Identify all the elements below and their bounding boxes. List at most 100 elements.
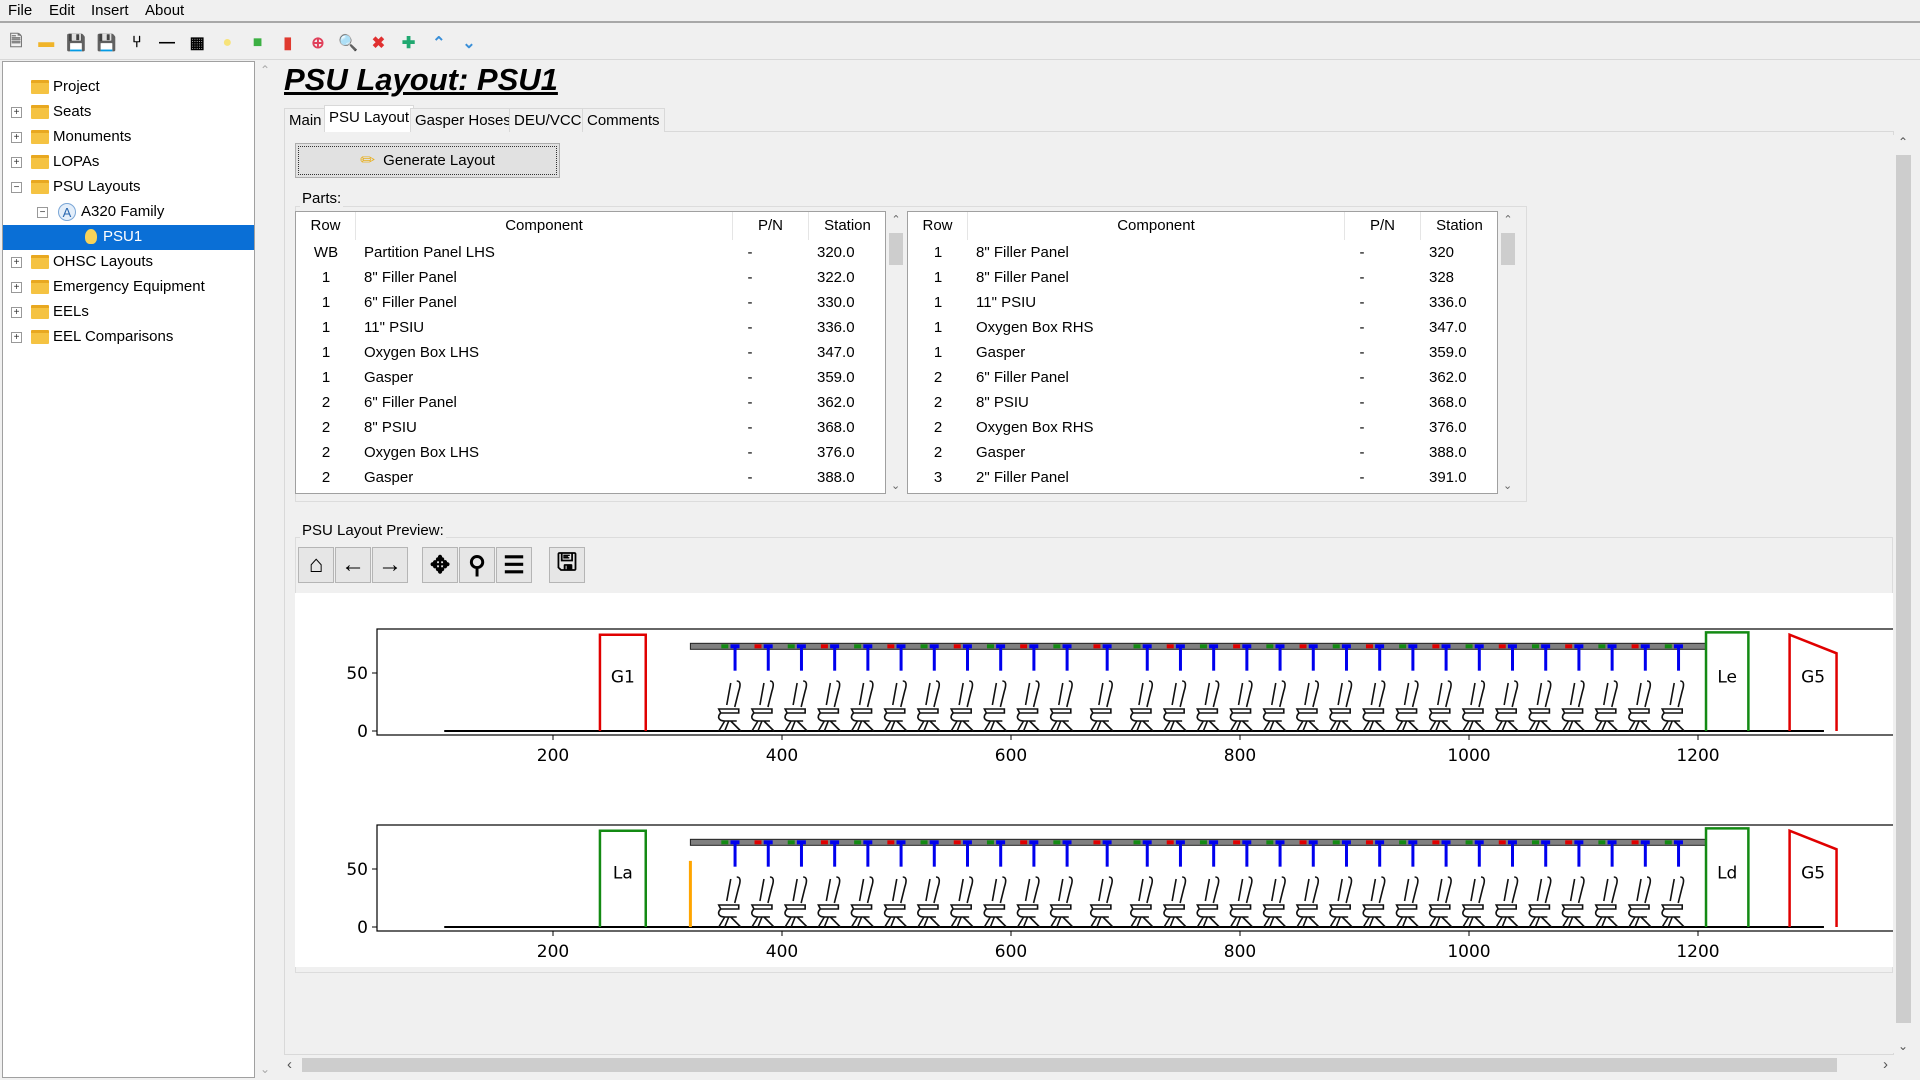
expander-icon[interactable]: +	[11, 282, 22, 293]
move-up-icon[interactable]: ⌃	[428, 32, 450, 54]
tab-psu-layout[interactable]: PSU Layout	[324, 105, 415, 132]
seat-icon[interactable]: ⑂	[126, 32, 148, 54]
psiu-panel	[1053, 644, 1061, 649]
table-row[interactable]: 1 11" PSIU - 336.0	[908, 290, 1497, 315]
add-icon[interactable]: ✚	[398, 32, 420, 54]
tree-scrollbar[interactable]: ⌃ ⌄	[256, 61, 274, 1078]
left-header-pn[interactable]: P/N	[733, 212, 809, 240]
table-row[interactable]: 1 Oxygen Box RHS - 347.0	[908, 315, 1497, 340]
table-row[interactable]: 2 8" PSIU - 368.0	[908, 390, 1497, 415]
table-row[interactable]: 1 Gasper - 359.0	[296, 365, 885, 390]
tab-comments[interactable]: Comments	[582, 108, 665, 132]
table-row[interactable]: 1 8" Filler Panel - 322.0	[296, 265, 885, 290]
table-row[interactable]: WB Partition Panel LHS - 320.0	[296, 240, 885, 265]
horizontal-scroll-thumb[interactable]	[302, 1058, 1837, 1072]
menu-about[interactable]: About	[145, 2, 184, 19]
expander-icon[interactable]: −	[11, 182, 22, 193]
table-row[interactable]: 2 6" Filler Panel - 362.0	[296, 390, 885, 415]
table-row[interactable]: 1 Oxygen Box LHS - 347.0	[296, 340, 885, 365]
open-folder-icon[interactable]: ▬	[35, 32, 57, 54]
cell-station: 391.0	[1429, 469, 1467, 486]
cell-row: 1	[933, 294, 943, 311]
lightbulb-icon[interactable]: ●	[216, 32, 238, 54]
tab-gasper-hoses[interactable]: Gasper Hoses	[410, 108, 516, 132]
tree-item-emergency-equipment[interactable]: + Emergency Equipment	[3, 275, 254, 300]
fire-extinguisher-icon[interactable]: ▮	[277, 32, 299, 54]
save-figure-button[interactable]: 🖫	[549, 547, 585, 583]
table-row[interactable]: 2 6" Filler Panel - 362.0	[908, 365, 1497, 390]
expander-icon[interactable]: +	[11, 332, 22, 343]
tree-item-psu-layouts[interactable]: − PSU Layouts	[3, 175, 254, 200]
parts-table-left-scrollbar[interactable]: ⌃ ⌄	[886, 211, 906, 494]
menu-insert[interactable]: Insert	[91, 2, 129, 19]
seat-icon	[1461, 680, 1486, 732]
project-tree[interactable]: Project + Seats + Monuments + LOPAs − PSU Layout…	[2, 61, 255, 1078]
left-header-station[interactable]: Station	[809, 212, 885, 240]
save-icon[interactable]: 💾	[65, 32, 87, 54]
tree-item-seats[interactable]: + Seats	[3, 100, 254, 125]
table-row[interactable]: 2 Gasper - 388.0	[296, 465, 885, 490]
parts-table-right-scrollbar[interactable]: ⌃ ⌄	[1498, 211, 1518, 494]
table-row[interactable]: 1 11" PSIU - 336.0	[296, 315, 885, 340]
tree-item-ohsc-layouts[interactable]: + OHSC Layouts	[3, 250, 254, 275]
luggage-icon[interactable]: ■	[247, 32, 269, 54]
right-header-component[interactable]: Component	[968, 212, 1345, 240]
left-header-component[interactable]: Component	[356, 212, 733, 240]
tab-main[interactable]: Main	[284, 108, 327, 132]
tree-item-eels[interactable]: + EELs	[3, 300, 254, 325]
tab-deu-vcc[interactable]: DEU/VCC	[509, 108, 587, 132]
table-row[interactable]: 1 8" Filler Panel - 320	[908, 240, 1497, 265]
forward-button[interactable]: →	[372, 547, 408, 583]
table-row[interactable]: 2 Gasper - 388.0	[908, 440, 1497, 465]
table-row[interactable]: 1 Gasper - 359.0	[908, 340, 1497, 365]
tree-item-project[interactable]: Project	[3, 75, 254, 100]
tree-item-monuments[interactable]: + Monuments	[3, 125, 254, 150]
tree-item-a320-family[interactable]: − A A320 Family	[3, 200, 254, 225]
generate-layout-button[interactable]: ✏ Generate Layout	[295, 143, 560, 178]
expander-icon[interactable]: +	[11, 132, 22, 143]
expander-icon[interactable]: +	[11, 257, 22, 268]
cell-pn: -	[1359, 294, 1365, 311]
new-file-icon[interactable]: 🗎	[5, 32, 27, 54]
expander-icon[interactable]: −	[37, 207, 48, 218]
expander-icon[interactable]: +	[11, 107, 22, 118]
main-horizontal-scrollbar[interactable]: ‹ ›	[282, 1055, 1893, 1074]
move-down-icon[interactable]: ⌄	[458, 32, 480, 54]
table-row[interactable]: 2 Oxygen Box RHS - 376.0	[908, 415, 1497, 440]
tree-item-eel-comparisons[interactable]: + EEL Comparisons	[3, 325, 254, 350]
right-header-station[interactable]: Station	[1421, 212, 1497, 240]
table-row[interactable]: 3 2" Filler Panel - 391.0	[908, 465, 1497, 490]
main-vertical-scrollbar[interactable]: ⌃ ⌄	[1893, 135, 1914, 1053]
parts-table-left[interactable]: Row Component P/N Station WB Partition Panel …	[295, 211, 886, 494]
divider-line-icon[interactable]: —	[156, 32, 178, 54]
menu-edit[interactable]: Edit	[49, 2, 75, 19]
delete-icon[interactable]: ✖	[367, 32, 389, 54]
add-circle-icon[interactable]: ⊕	[307, 32, 329, 54]
vertical-scroll-thumb[interactable]	[1896, 155, 1911, 1023]
right-header-row[interactable]: Row	[908, 212, 968, 240]
back-button[interactable]: ←	[335, 547, 371, 583]
save-as-icon[interactable]: 💾	[96, 32, 118, 54]
tree-item-lopas[interactable]: + LOPAs	[3, 150, 254, 175]
pan-button[interactable]: ✥	[422, 547, 458, 583]
table-row[interactable]: 2 Oxygen Box LHS - 376.0	[296, 440, 885, 465]
zoom-button[interactable]: ⚲	[459, 547, 495, 583]
parts-table-right[interactable]: Row Component P/N Station 1 8" Filler Panel -3…	[907, 211, 1498, 494]
right-header-pn[interactable]: P/N	[1345, 212, 1421, 240]
configure-button[interactable]: ☰	[496, 547, 532, 583]
left-header-row[interactable]: Row	[296, 212, 356, 240]
tree-item-psu1[interactable]: PSU1	[3, 225, 254, 250]
layout-preview-canvas[interactable]: 0 50 200 400 600 800 1000 1200 G1 Le G5 0 50 200 400 60…	[295, 593, 1893, 967]
menu-file[interactable]: File	[8, 2, 32, 19]
home-button[interactable]: ⌂	[298, 547, 334, 583]
table-row[interactable]: 1 6" Filler Panel - 330.0	[296, 290, 885, 315]
expander-icon[interactable]: +	[11, 157, 22, 168]
seat-row-icon[interactable]: ▦	[186, 32, 208, 54]
zoom-icon[interactable]: 🔍	[337, 32, 359, 54]
seat-icon	[1660, 876, 1685, 928]
table-row[interactable]: 1 8" Filler Panel - 328	[908, 265, 1497, 290]
seat-icon	[850, 876, 875, 928]
table-row[interactable]: 2 8" PSIU - 368.0	[296, 415, 885, 440]
expander-icon[interactable]: +	[11, 307, 22, 318]
seat-icon	[1196, 680, 1220, 732]
